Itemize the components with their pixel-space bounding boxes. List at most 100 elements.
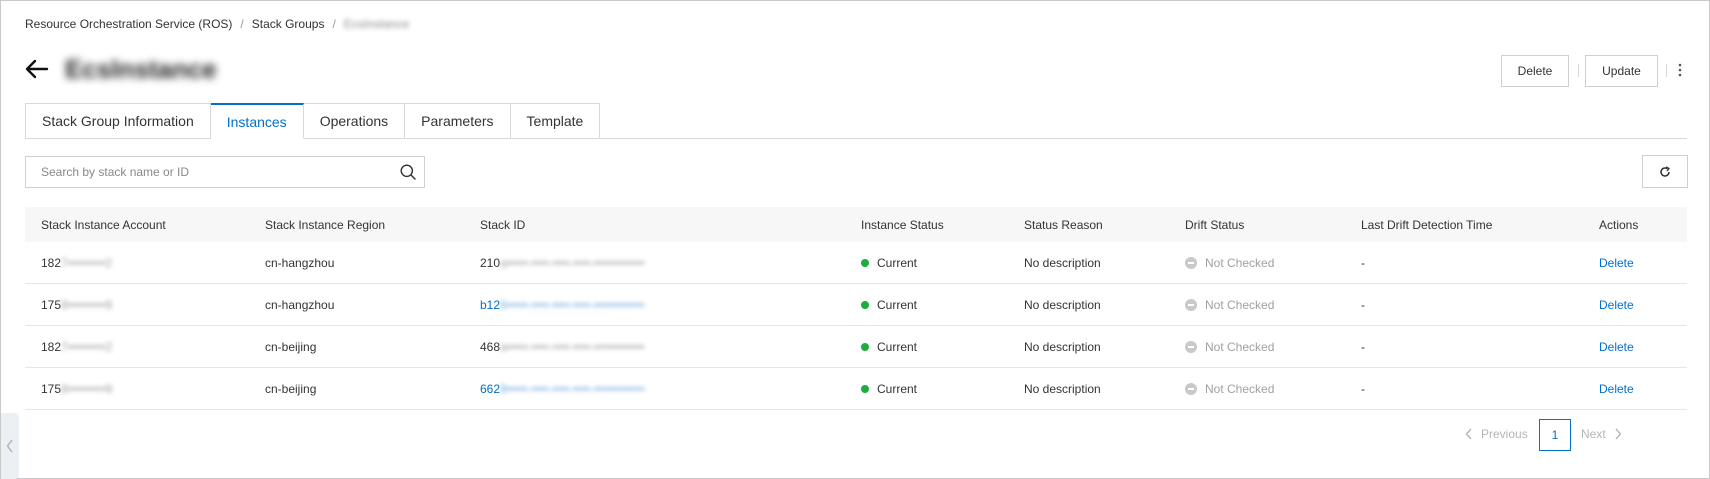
status-reason-cell: No description (1024, 297, 1101, 312)
table-row: 1827•••••••••2 cn-beijing 468a•••••-••••… (25, 326, 1687, 368)
stack-id-cell: 210a•••••-••••-••••-••••-•••••••••••• (480, 256, 645, 270)
next-label: Next (1581, 427, 1606, 441)
search-input[interactable] (26, 157, 392, 187)
breadcrumb: Resource Orchestration Service (ROS) / S… (25, 17, 414, 31)
column-header: Status Reason (1024, 217, 1103, 232)
minus-circle-icon (1185, 298, 1197, 311)
column-header: Drift Status (1185, 217, 1245, 232)
stack-id-prefix: 210 (480, 255, 501, 270)
table-row: 1827•••••••••2 cn-hangzhou 210a•••••-•••… (25, 242, 1687, 284)
minus-circle-icon (1185, 340, 1197, 353)
breadcrumb-item-stack-groups[interactable]: Stack Groups (252, 17, 325, 31)
tab-template[interactable]: Template (510, 103, 601, 139)
column-header: Stack ID (480, 217, 526, 232)
status-dot-icon (861, 300, 869, 309)
delete-button[interactable]: Delete (1501, 55, 1569, 87)
column-header: Stack Instance Account (41, 217, 166, 232)
column-header: Stack Instance Region (265, 217, 386, 232)
stack-id-masked: a•••••-••••-••••-••••-•••••••••••• (500, 255, 645, 270)
account-cell: 1758•••••••••9 (41, 298, 112, 312)
breadcrumb-separator: / (332, 17, 336, 31)
stack-id-link[interactable]: b126•••••-••••-••••-••••-•••••••••••• (480, 298, 645, 312)
table-row: 1758•••••••••9 cn-hangzhou b126•••••-•••… (25, 284, 1687, 326)
region-cell: cn-hangzhou (265, 297, 335, 312)
chevron-left-icon (6, 439, 13, 453)
tab-instances[interactable]: Instances (210, 103, 304, 139)
delete-instance-link[interactable]: Delete (1599, 340, 1634, 354)
search-box (25, 156, 425, 188)
status-reason-cell: No description (1024, 339, 1101, 354)
instance-status-cell: Current (861, 256, 917, 270)
instance-status-cell: Current (861, 340, 917, 354)
last-drift-time-cell: - (1361, 339, 1365, 354)
instance-status-cell: Current (861, 298, 917, 312)
account-prefix: 175 (41, 297, 62, 312)
search-button[interactable] (392, 157, 424, 187)
account-masked: 8•••••••••9 (61, 381, 113, 396)
more-button[interactable] (1673, 59, 1687, 81)
table-row: 1758•••••••••9 cn-beijing 6629•••••-••••… (25, 368, 1687, 410)
region-cell: cn-hangzhou (265, 255, 335, 270)
divider (1666, 64, 1667, 77)
status-dot-icon (861, 384, 869, 393)
search-icon (400, 164, 416, 180)
page-frame: Resource Orchestration Service (ROS) / S… (0, 0, 1710, 479)
stack-id-prefix: b12 (480, 297, 501, 312)
stack-id-link[interactable]: 6629•••••-••••-••••-••••-•••••••••••• (480, 382, 645, 396)
tab-bar: Stack Group Information Instances Operat… (25, 103, 601, 139)
update-button[interactable]: Update (1585, 55, 1658, 87)
account-masked: 7•••••••••2 (61, 255, 113, 270)
account-masked: 8•••••••••9 (61, 297, 113, 312)
stack-id-masked: 9•••••-••••-••••-••••-•••••••••••• (500, 381, 645, 396)
table-header: Stack Instance Account Stack Instance Re… (25, 207, 1687, 242)
previous-page-button[interactable]: Previous (1465, 427, 1528, 441)
instance-status-text: Current (877, 255, 918, 270)
stack-id-masked: a•••••-••••-••••-••••-•••••••••••• (500, 339, 645, 354)
chevron-right-icon (1615, 428, 1622, 440)
tab-parameters[interactable]: Parameters (405, 103, 511, 139)
delete-instance-link[interactable]: Delete (1599, 298, 1634, 312)
sidebar-toggle-button[interactable] (1, 413, 19, 479)
tab-stack-group-information[interactable]: Stack Group Information (25, 103, 211, 139)
page-number-button[interactable]: 1 (1539, 419, 1571, 451)
drift-status-text: Not Checked (1205, 297, 1275, 312)
chevron-left-icon (1465, 428, 1472, 440)
minus-circle-icon (1185, 382, 1197, 395)
instances-table: Stack Instance Account Stack Instance Re… (25, 207, 1687, 410)
account-cell: 1827•••••••••2 (41, 256, 112, 270)
more-vertical-icon (1678, 63, 1682, 77)
minus-circle-icon (1185, 256, 1197, 269)
stack-id-prefix: 662 (480, 381, 501, 396)
account-cell: 1827•••••••••2 (41, 340, 112, 354)
tab-operations[interactable]: Operations (303, 103, 406, 139)
stack-id-prefix: 468 (480, 339, 501, 354)
account-prefix: 182 (41, 255, 62, 270)
delete-instance-link[interactable]: Delete (1599, 256, 1634, 270)
drift-status-text: Not Checked (1205, 339, 1275, 354)
region-cell: cn-beijing (265, 339, 317, 354)
delete-instance-link[interactable]: Delete (1599, 382, 1634, 396)
divider (1578, 64, 1579, 77)
account-cell: 1758•••••••••9 (41, 382, 112, 396)
last-drift-time-cell: - (1361, 297, 1365, 312)
next-page-button[interactable]: Next (1581, 427, 1622, 441)
breadcrumb-item-current: EcsInstance (343, 17, 410, 31)
region-cell: cn-beijing (265, 381, 317, 396)
instance-status-text: Current (877, 381, 918, 396)
stack-id-masked: 6•••••-••••-••••-••••-•••••••••••• (500, 297, 645, 312)
breadcrumb-item-ros[interactable]: Resource Orchestration Service (ROS) (25, 17, 232, 31)
column-header: Last Drift Detection Time (1361, 217, 1493, 232)
status-dot-icon (861, 342, 869, 351)
previous-label: Previous (1481, 427, 1528, 441)
last-drift-time-cell: - (1361, 255, 1365, 270)
instance-status-text: Current (877, 339, 918, 354)
refresh-button[interactable] (1642, 155, 1688, 188)
stack-id-cell: 468a•••••-••••-••••-••••-•••••••••••• (480, 340, 645, 354)
refresh-icon (1660, 165, 1670, 177)
drift-status-cell: Not Checked (1185, 382, 1274, 396)
instance-status-cell: Current (861, 382, 917, 396)
breadcrumb-separator: / (240, 17, 244, 31)
last-drift-time-cell: - (1361, 381, 1365, 396)
back-button[interactable] (23, 55, 51, 83)
column-header: Actions (1599, 217, 1639, 232)
